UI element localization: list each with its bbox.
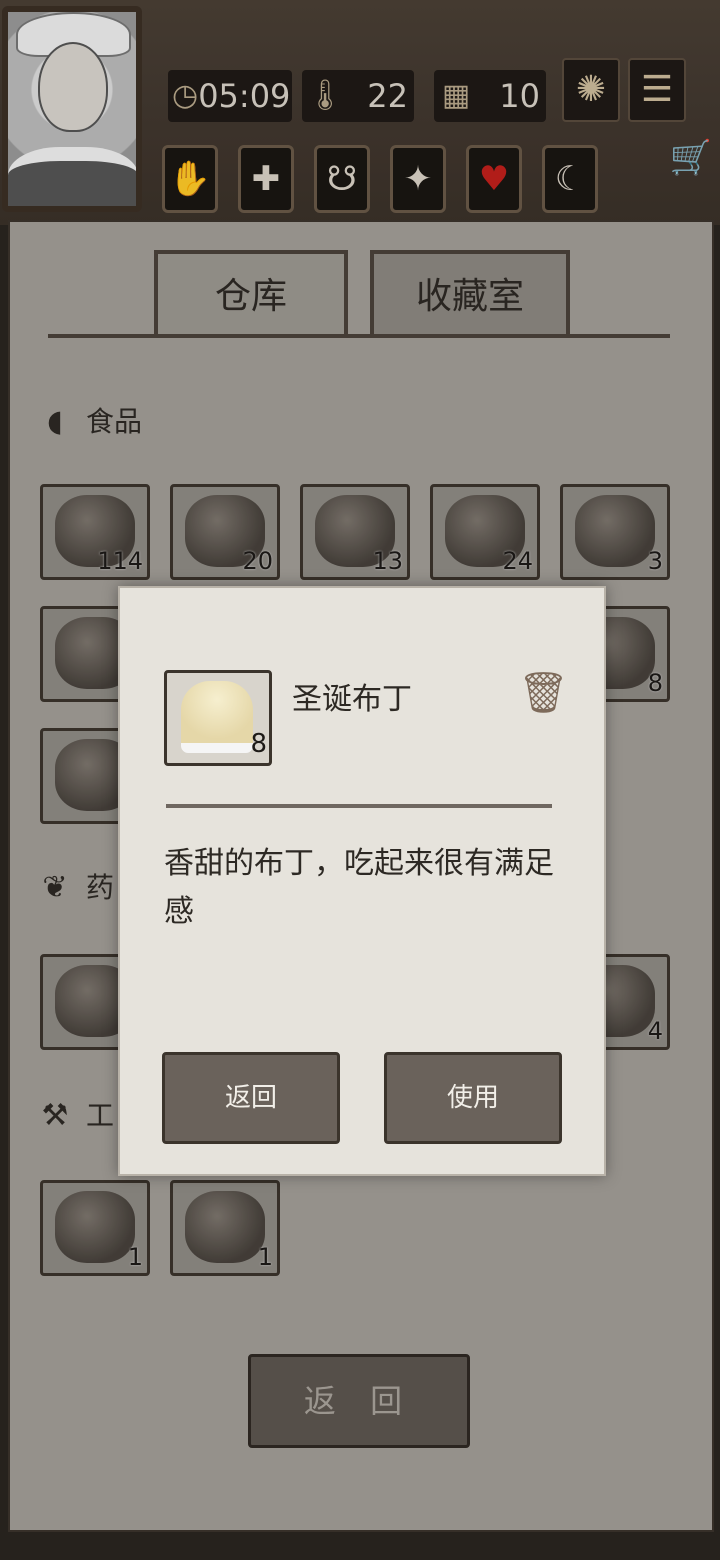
trash-icon: 🗑 [518,670,569,716]
item-count: 8 [250,729,267,759]
item-name: 圣诞布丁 [292,682,412,717]
item-preview: 8 [164,670,272,766]
dialog-divider [166,804,552,808]
item-description: 香甜的布丁，吃起来很有满足感 [164,846,554,929]
back-button-label: 返回 [224,1083,277,1113]
back-button[interactable]: 返回 [162,1052,340,1144]
use-button[interactable]: 使用 [384,1052,562,1144]
item-detail-dialog: 8 圣诞布丁 🗑 香甜的布丁，吃起来很有满足感 返回 使用 [118,586,606,1176]
christmas-pudding-icon [181,681,253,753]
use-button-label: 使用 [446,1083,499,1113]
discard-button[interactable]: 🗑 [518,668,569,718]
